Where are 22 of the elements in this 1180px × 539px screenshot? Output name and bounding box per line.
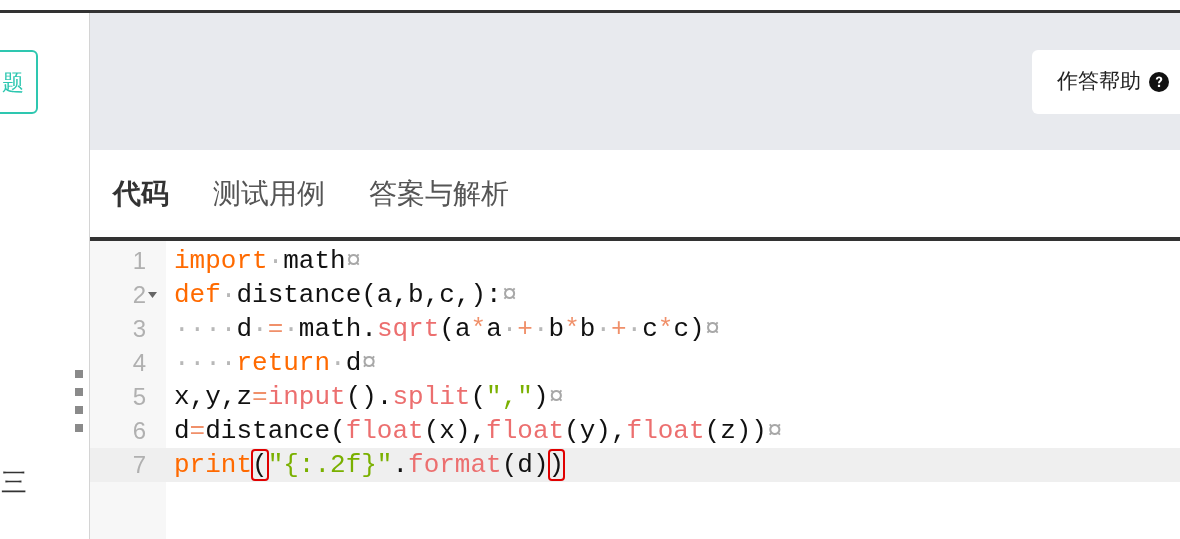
drag-handle-icon[interactable]	[75, 370, 83, 434]
code-line: ····return·d¤	[173, 347, 377, 380]
help-button[interactable]: 作答帮助	[1032, 50, 1180, 114]
code-line: print("{:.2f}".format(d))	[173, 449, 565, 482]
line-number: 6	[132, 416, 146, 446]
line-number: 2	[132, 280, 146, 310]
line-number: 7	[132, 450, 146, 480]
line-number: 1	[132, 246, 146, 276]
sidebar-text: 三	[1, 466, 27, 499]
code-line: ····d·=·math.sqrt(a*a·+·b*b·+·c*c)¤	[173, 313, 721, 346]
tab[interactable]: 答案与解析	[369, 172, 509, 215]
help-icon	[1149, 72, 1169, 92]
line-number: 3	[132, 314, 146, 344]
code-line: x,y,z=input().split(",")¤	[173, 381, 565, 414]
tab[interactable]: 代码	[113, 172, 169, 215]
code-line: import·math¤	[173, 245, 362, 278]
fold-caret-icon[interactable]	[148, 292, 157, 298]
tab[interactable]: 测试用例	[213, 172, 325, 215]
line-number: 5	[132, 382, 146, 412]
code-line: def·distance(a,b,c,):¤	[173, 279, 518, 312]
code-line: d=distance(float(x),float(y),float(z))¤	[173, 415, 783, 448]
line-number: 4	[132, 348, 146, 378]
